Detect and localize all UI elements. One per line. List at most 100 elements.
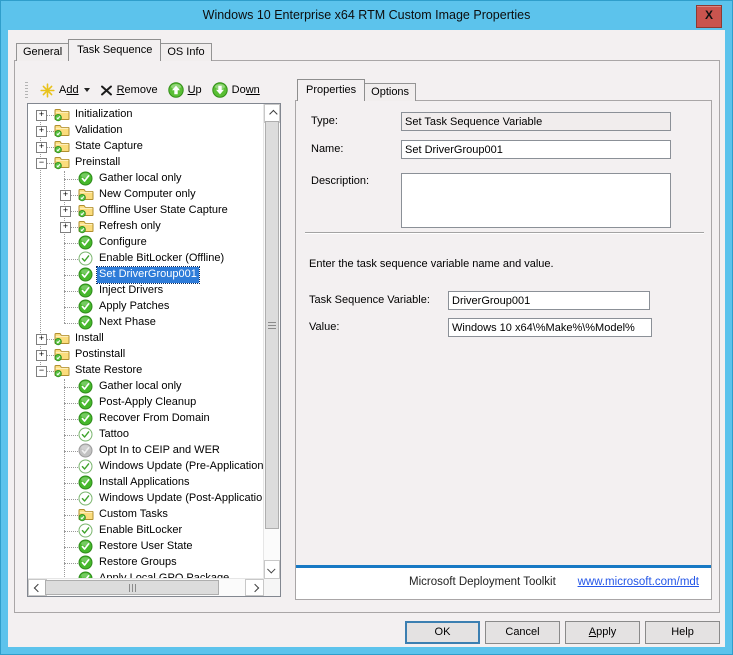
up-button[interactable]: Up — [163, 80, 207, 100]
vertical-scroll-thumb[interactable] — [265, 121, 279, 529]
tab-general[interactable]: General — [16, 43, 69, 61]
collapse-toggle[interactable]: − — [36, 366, 47, 377]
name-field[interactable] — [401, 140, 671, 159]
tree-item-label: Inject Drivers — [97, 283, 165, 299]
tree-horizontal-scrollbar[interactable] — [28, 578, 264, 596]
chevron-right-icon — [250, 583, 258, 591]
section-divider — [305, 232, 704, 234]
tree-toolbar: Add Remove Up Down — [25, 80, 265, 100]
tree-item-state-capture[interactable]: + State Capture — [28, 139, 264, 155]
folder-check-icon — [54, 107, 70, 123]
tree-connector — [64, 419, 78, 420]
tree-item-install[interactable]: +Install — [28, 331, 264, 347]
tree-connector — [64, 563, 78, 564]
tree-item-offline-user-state-capture[interactable]: + Offline User State Capture — [28, 203, 264, 219]
tree-rows: +Initialization+Validation+State Capture… — [28, 104, 264, 579]
type-label: Type: — [311, 115, 338, 127]
tree-connector — [64, 179, 78, 180]
task-sequence-variable-field[interactable] — [448, 291, 650, 310]
expand-toggle[interactable]: + — [36, 142, 47, 153]
tree-item-label: Opt In to CEIP and WER — [97, 443, 222, 459]
dialog-window: { "window": { "title": "Windows 10 Enter… — [0, 0, 733, 655]
tree-item-label: Gather local only — [97, 379, 184, 395]
tab-os-info[interactable]: OS Info — [160, 43, 211, 61]
check-outline-icon — [78, 523, 94, 539]
tree-item-label: Gather local only — [97, 171, 184, 187]
tree-item-label: Validation — [73, 123, 125, 139]
expand-toggle[interactable]: + — [36, 110, 47, 121]
name-label: Name: — [311, 143, 343, 155]
tree-item-postinstall[interactable]: +Postinstall — [28, 347, 264, 363]
check-green-icon — [78, 539, 94, 555]
tab-task-sequence[interactable]: Task Sequence — [68, 39, 161, 61]
tree-connector — [64, 451, 78, 452]
expand-toggle[interactable]: + — [36, 126, 47, 137]
tree-connector — [64, 387, 78, 388]
tree-connector — [64, 307, 78, 308]
close-button[interactable]: X — [696, 5, 722, 28]
check-green-icon — [78, 299, 94, 315]
window-title: Windows 10 Enterprise x64 RTM Custom Ima… — [203, 8, 531, 22]
tree-item-initialization[interactable]: +Initialization — [28, 107, 264, 123]
tree-item-label: Post-Apply Cleanup — [97, 395, 198, 411]
mdt-website-link[interactable]: www.microsoft.com/mdt — [578, 576, 699, 588]
folder-check-icon — [54, 331, 70, 347]
tree-item-label: State Capture — [73, 139, 145, 155]
up-circle-icon — [168, 82, 184, 98]
tree-guide-line — [64, 379, 65, 579]
tree-connector — [64, 531, 78, 532]
horizontal-scroll-thumb[interactable] — [45, 580, 219, 595]
ok-button[interactable]: OK — [405, 621, 480, 644]
tree-item-label: Offline User State Capture — [97, 203, 230, 219]
check-outline-icon — [78, 459, 94, 475]
folder-check-icon — [54, 139, 70, 155]
remove-button[interactable]: Remove — [95, 82, 163, 99]
check-outline-icon — [78, 427, 94, 443]
add-button[interactable]: Add — [35, 81, 95, 100]
tree-item-label: Restore Groups — [97, 555, 179, 571]
collapse-toggle[interactable]: − — [36, 158, 47, 169]
remove-label: Remove — [117, 84, 158, 96]
tree-item-new-computer-only[interactable]: + New Computer only — [28, 187, 264, 203]
scroll-right-button[interactable] — [245, 579, 264, 596]
expand-toggle[interactable]: + — [36, 350, 47, 361]
check-outline-icon — [78, 251, 94, 267]
tree-item-state-restore[interactable]: −State Restore — [28, 363, 264, 379]
cancel-button[interactable]: Cancel — [485, 621, 560, 644]
check-outline-icon — [78, 491, 94, 507]
tree-item-label: Restore User State — [97, 539, 195, 555]
help-button[interactable]: Help — [645, 621, 720, 644]
tree-item-validation[interactable]: + Validation — [28, 123, 264, 139]
check-green-icon — [78, 267, 94, 283]
check-green-icon — [78, 315, 94, 331]
tab-options[interactable]: Options — [364, 83, 416, 101]
tree-connector — [64, 499, 78, 500]
tree-item-label: New Computer only — [97, 187, 198, 203]
expand-toggle[interactable]: + — [60, 190, 71, 201]
check-gray-icon — [78, 443, 94, 459]
task-sequence-variable-label: Task Sequence Variable: — [309, 294, 430, 306]
tree-vertical-scrollbar[interactable] — [263, 104, 280, 579]
expand-toggle[interactable]: + — [60, 222, 71, 233]
tree-connector — [64, 467, 78, 468]
type-field — [401, 112, 671, 131]
folder-check-icon — [78, 187, 94, 203]
description-field[interactable] — [401, 173, 671, 228]
tree-connector — [64, 323, 78, 324]
apply-button[interactable]: Apply — [565, 621, 640, 644]
scrollbar-corner — [264, 579, 280, 596]
expand-toggle[interactable]: + — [60, 206, 71, 217]
scroll-down-button[interactable] — [264, 560, 280, 579]
down-button[interactable]: Down — [207, 80, 265, 100]
tree-item-preinstall[interactable]: −Preinstall — [28, 155, 264, 171]
check-green-icon — [78, 171, 94, 187]
value-field[interactable] — [448, 318, 652, 337]
up-label: Up — [188, 84, 202, 96]
panel-footer: Microsoft Deployment Toolkit www.microso… — [296, 565, 711, 599]
tree-item-label: Recover From Domain — [97, 411, 212, 427]
tree-item-label: Set DriverGroup001 — [97, 267, 199, 283]
tree-item-refresh-only[interactable]: +Refresh only — [28, 219, 264, 235]
tab-properties[interactable]: Properties — [297, 79, 365, 101]
expand-toggle[interactable]: + — [36, 334, 47, 345]
title-bar: Windows 10 Enterprise x64 RTM Custom Ima… — [0, 0, 733, 30]
